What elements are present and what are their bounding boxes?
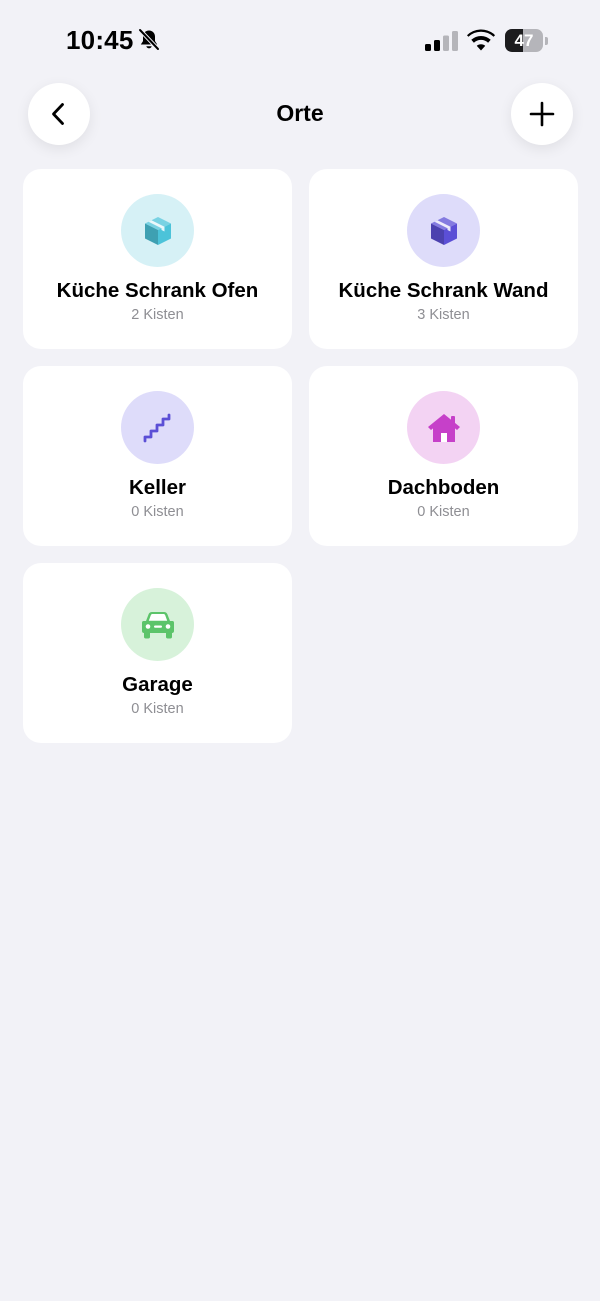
battery-icon: 47 [505, 29, 549, 52]
battery-level: 47 [514, 31, 534, 50]
page-title: Orte [276, 100, 324, 126]
place-card[interactable]: Garage 0 Kisten [23, 563, 292, 743]
place-icon-circle [121, 391, 194, 464]
plus-icon [529, 101, 555, 127]
place-box-count: 0 Kisten [417, 504, 470, 520]
cellular-signal-icon [425, 31, 458, 51]
place-icon-circle [407, 391, 480, 464]
place-name: Küche Schrank Ofen [56, 279, 259, 302]
place-name: Keller [129, 476, 186, 499]
bell-slash-icon [138, 28, 160, 51]
box-icon [144, 216, 171, 245]
place-name: Dachboden [387, 476, 500, 499]
place-name: Garage [122, 673, 193, 696]
place-box-count: 3 Kisten [417, 307, 470, 323]
house-icon [427, 413, 460, 442]
car-icon [141, 611, 174, 638]
status-time: 10:45 [66, 25, 134, 55]
box-icon [430, 216, 457, 245]
stairs-icon [143, 413, 170, 442]
place-box-count: 0 Kisten [131, 504, 184, 520]
status-bar: 10:45 47 [0, 0, 600, 80]
place-icon-circle [121, 194, 194, 267]
place-card[interactable]: Dachboden 0 Kisten [309, 366, 578, 546]
place-card[interactable]: Küche Schrank Ofen 2 Kisten [23, 169, 292, 349]
place-icon-circle [407, 194, 480, 267]
place-card[interactable]: Keller 0 Kisten [23, 366, 292, 546]
place-box-count: 0 Kisten [131, 701, 184, 717]
place-icon-circle [121, 588, 194, 661]
place-box-count: 2 Kisten [131, 307, 184, 323]
add-place-button[interactable] [511, 83, 573, 145]
wifi-icon [467, 29, 495, 51]
place-card[interactable]: Küche Schrank Wand 3 Kisten [309, 169, 578, 349]
place-name: Küche Schrank Wand [338, 279, 549, 302]
